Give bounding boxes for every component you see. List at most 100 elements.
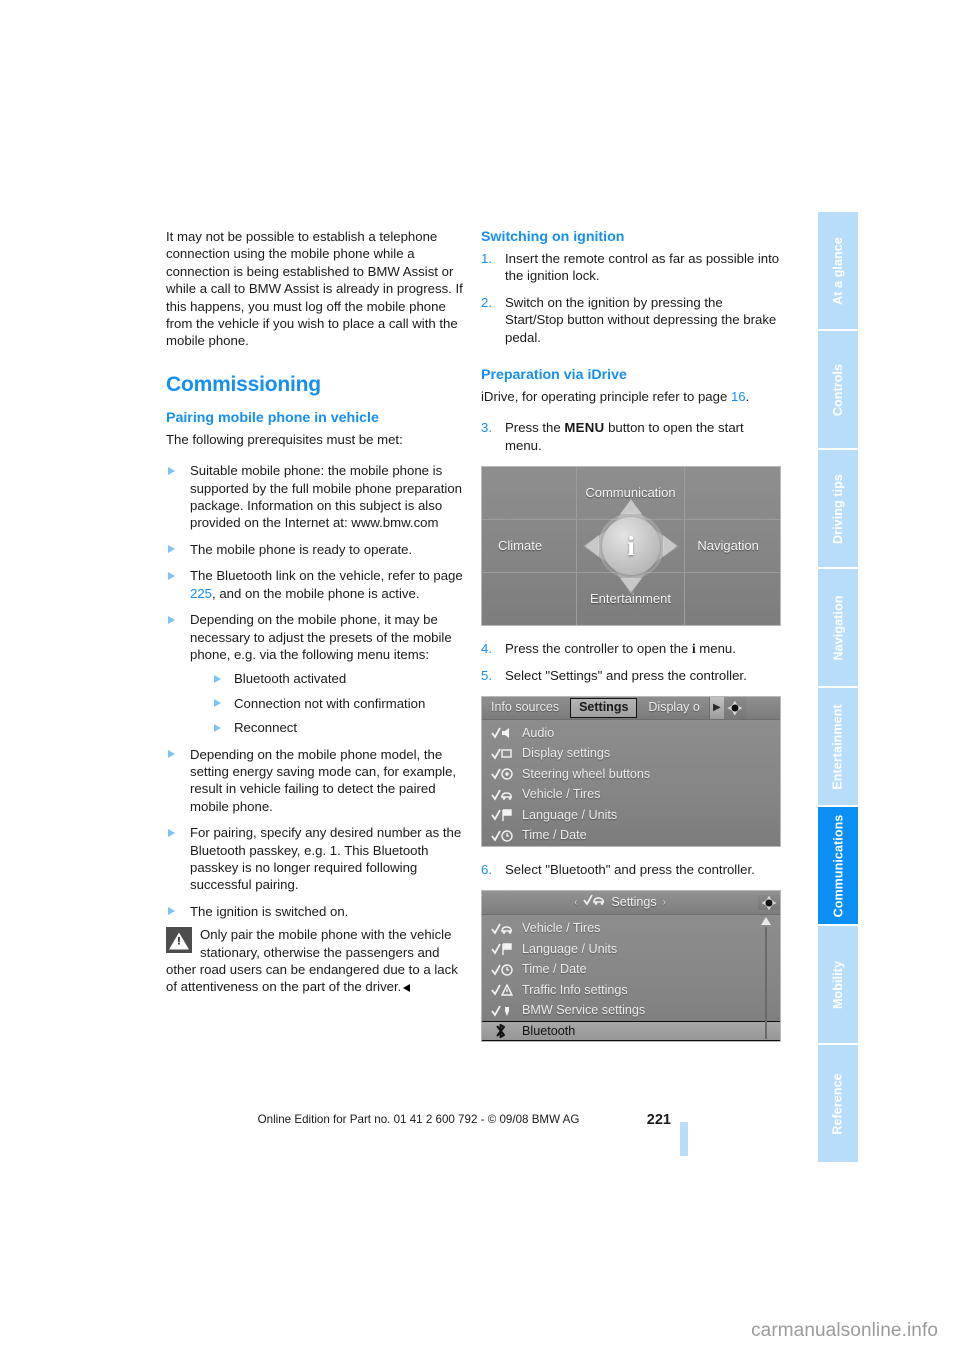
sidebar-item-at-a-glance[interactable]: At a glance <box>818 212 858 329</box>
check-steering-wheel-icon <box>491 767 513 781</box>
idrive-intro-post: . <box>745 389 750 405</box>
list-item: 3. Press the MENU button to open the sta… <box>481 419 781 454</box>
menu-item-label: Time / Date <box>522 828 587 843</box>
check-flag-icon <box>491 942 513 956</box>
list-item: Suitable mobile phone: the mobile phone … <box>166 462 466 532</box>
check-display-icon <box>491 747 513 761</box>
list-scrollbar[interactable] <box>761 917 771 1040</box>
heading-preparation-via-idrive: Preparation via iDrive <box>481 367 627 384</box>
menu-item-language-units[interactable]: Language / Units <box>482 939 780 960</box>
idrive-start-menu-screenshot: Communication Climate Navigation Enterta… <box>481 466 781 627</box>
manual-page: It may not be possible to establish a te… <box>0 0 960 1358</box>
menu-item-label: Time / Date <box>522 962 587 977</box>
menu-item-label: Display settings <box>522 746 611 761</box>
settings-header-title-group: ‹ Settings › <box>482 893 758 912</box>
info-button-icon[interactable]: i <box>602 517 660 576</box>
sidebar-item-entertainment[interactable]: Entertainment <box>818 688 858 805</box>
sidebar-item-communications[interactable]: Communications <box>818 807 858 924</box>
sidebar-item-label: Entertainment <box>831 703 845 790</box>
triangle-bullet-icon <box>168 828 175 837</box>
sidebar-item-mobility[interactable]: Mobility <box>818 926 858 1043</box>
figure-code: M0003 <box>776 1027 780 1041</box>
section-heading-commissioning: Commissioning <box>166 372 321 396</box>
check-car-icon <box>491 922 513 936</box>
idrive-intro: iDrive, for operating principle refer to… <box>481 388 781 405</box>
triangle-bullet-icon <box>168 615 175 624</box>
sidebar-item-driving-tips[interactable]: Driving tips <box>818 450 858 567</box>
chevron-right-icon[interactable]: › <box>663 894 666 911</box>
scroll-up-arrow-icon[interactable] <box>761 917 771 926</box>
step-text: Switch on the ignition by pressing the S… <box>505 294 777 345</box>
list-item: 2. Switch on the ignition by pressing th… <box>481 294 781 346</box>
tab-scroll-right-icon[interactable]: ▶ <box>708 697 724 720</box>
step-number: 2. <box>481 294 492 310</box>
arrow-up-icon <box>620 500 642 515</box>
menu-item-navigation[interactable]: Navigation <box>685 520 780 573</box>
step-number: 3. <box>481 420 492 436</box>
list-item: 6. Select "Bluetooth" and press the cont… <box>481 861 781 878</box>
grid-cell-empty <box>482 572 577 626</box>
tab-settings[interactable]: Settings <box>570 698 638 719</box>
tab-display-options[interactable]: Display o <box>639 697 708 719</box>
step-text-pre: Press the controller to open the <box>505 641 692 657</box>
menu-button-label: MENU <box>564 420 605 436</box>
bluetooth-icon <box>491 1024 513 1039</box>
menu-item-label: Vehicle / Tires <box>522 921 601 936</box>
check-clock-icon <box>491 963 513 977</box>
bluetooth-menu-list: Vehicle / Tires Language / Units Time / … <box>482 915 780 1042</box>
triangle-bullet-icon <box>168 750 175 759</box>
figure-code: M0002 <box>776 832 780 846</box>
list-item: The mobile phone is ready to operate. <box>166 541 466 558</box>
triangle-bullet-icon <box>214 723 221 732</box>
figure-code: M0001 <box>776 611 780 625</box>
sidebar-item-label: Reference <box>831 1072 846 1135</box>
tab-info-sources[interactable]: Info sources <box>482 697 568 719</box>
list-item-text: Connection not with confirmation <box>234 695 426 711</box>
subsection-heading-pairing: Pairing mobile phone in vehicle <box>166 409 379 426</box>
menu-item-steering-wheel-buttons[interactable]: Steering wheel buttons <box>482 764 780 785</box>
triangle-bullet-icon <box>168 466 175 475</box>
menu-item-label: Bluetooth <box>522 1023 576 1038</box>
triangle-bullet-icon <box>214 699 221 708</box>
list-item-text: The ignition is switched on. <box>190 903 349 919</box>
settings-header-bar: ‹ Settings › <box>482 891 780 916</box>
menu-item-display-settings[interactable]: Display settings <box>482 744 780 765</box>
triangle-bullet-icon <box>168 545 175 554</box>
sidebar-item-reference[interactable]: Reference <box>818 1045 858 1162</box>
sidebar-item-navigation[interactable]: Navigation <box>818 569 858 686</box>
page-reference-link[interactable]: 16 <box>731 389 746 404</box>
menu-item-vehicle-tires[interactable]: Vehicle / Tires <box>482 918 780 939</box>
menu-items-sublist: Bluetooth activated Connection not with … <box>190 670 466 736</box>
step-number: 1. <box>481 251 492 266</box>
menu-item-bluetooth[interactable]: Bluetooth <box>482 1020 780 1042</box>
list-item: 1. Insert the remote control as far as p… <box>481 250 781 285</box>
scrollbar-track[interactable] <box>765 927 767 1040</box>
sidebar-item-label: At a glance <box>831 236 846 305</box>
idrive-tab-bar: Info sources Settings Display o ▶ <box>482 697 780 721</box>
menu-item-time-date[interactable]: Time / Date <box>482 826 780 847</box>
sidebar-item-controls[interactable]: Controls <box>818 331 858 448</box>
list-item-text: For pairing, specify any desired number … <box>190 825 462 893</box>
menu-item-time-date[interactable]: Time / Date <box>482 959 780 980</box>
list-item-text: The mobile phone is ready to operate. <box>190 541 413 557</box>
menu-item-label: Language / Units <box>522 941 618 956</box>
step-text-post: menu. <box>695 641 736 657</box>
page-reference-link[interactable]: 225 <box>190 586 212 601</box>
step-number: 4. <box>481 641 492 657</box>
site-watermark: carmanualsonline.info <box>751 1320 938 1341</box>
check-flag-icon <box>491 808 513 822</box>
footer-bleed-bar <box>680 1122 688 1156</box>
menu-item-climate[interactable]: Climate <box>482 519 577 573</box>
menu-item-traffic-info-settings[interactable]: Traffic Info settings <box>482 980 780 1001</box>
prerequisites-list: Suitable mobile phone: the mobile phone … <box>166 462 466 920</box>
list-item-text-pre: The Bluetooth link on the vehicle, refer… <box>190 568 463 584</box>
chevron-left-icon[interactable]: ‹ <box>574 894 577 911</box>
idrive-steps-4-5-list: 4. Press the controller to open the i me… <box>481 640 781 684</box>
menu-item-bmw-service-settings[interactable]: BMW Service settings <box>482 1000 780 1021</box>
list-item: Depending on the mobile phone model, the… <box>166 746 466 816</box>
list-item-text: Reconnect <box>234 720 298 736</box>
ignition-steps-list: 1. Insert the remote control as far as p… <box>481 250 781 346</box>
menu-item-language-units[interactable]: Language / Units <box>482 805 780 826</box>
menu-item-vehicle-tires[interactable]: Vehicle / Tires <box>482 785 780 806</box>
menu-item-audio[interactable]: Audio <box>482 723 780 744</box>
